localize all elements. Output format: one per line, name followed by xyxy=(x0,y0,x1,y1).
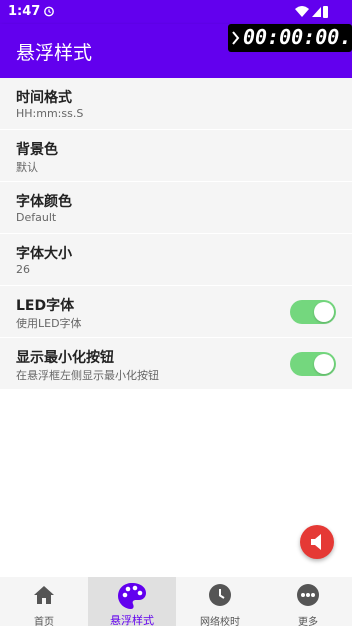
more-icon xyxy=(297,584,319,606)
setting-title: 字体大小 xyxy=(16,246,72,262)
setting-background-color[interactable]: 背景色 默认 xyxy=(0,130,352,182)
setting-title: 字体颜色 xyxy=(16,194,72,210)
status-icons xyxy=(295,6,328,18)
battery-icon xyxy=(323,6,328,18)
setting-font-size[interactable]: 字体大小 26 xyxy=(0,234,352,286)
minimize-button-toggle[interactable] xyxy=(290,352,336,376)
setting-title: 显示最小化按钮 xyxy=(16,350,114,366)
setting-subtitle: HH:mm:ss.S xyxy=(16,107,84,120)
palette-icon xyxy=(118,583,146,609)
toggle-thumb xyxy=(314,354,334,374)
setting-subtitle: 26 xyxy=(16,263,30,276)
setting-subtitle: 使用LED字体 xyxy=(16,317,82,330)
setting-subtitle: Default xyxy=(16,211,57,224)
led-font-toggle[interactable] xyxy=(290,300,336,324)
wifi-icon xyxy=(295,6,309,17)
status-time: 1:47 xyxy=(8,4,41,19)
nav-item-network-time[interactable]: 网络校时 xyxy=(176,577,264,628)
toggle-thumb xyxy=(314,302,334,322)
alarm-icon xyxy=(44,6,54,17)
setting-subtitle: 默认 xyxy=(16,161,38,174)
setting-font-color[interactable]: 字体颜色 Default xyxy=(0,182,352,234)
chevron-right-icon[interactable] xyxy=(232,31,240,45)
setting-title: 背景色 xyxy=(16,142,58,158)
nav-item-more[interactable]: 更多 xyxy=(264,577,352,628)
nav-item-float-style[interactable]: 悬浮样式 xyxy=(88,577,176,627)
clock-icon xyxy=(209,584,231,606)
setting-led-font[interactable]: LED字体 使用LED字体 xyxy=(0,286,352,338)
setting-title: LED字体 xyxy=(16,298,75,314)
nav-item-home[interactable]: 首页 xyxy=(0,577,88,628)
status-bar: 1:47 xyxy=(0,0,352,24)
home-icon xyxy=(34,586,54,604)
setting-subtitle: 在悬浮框左侧显示最小化按钮 xyxy=(16,369,159,382)
settings-list: 时间格式 HH:mm:ss.S 背景色 默认 字体颜色 Default 字体大小… xyxy=(0,78,352,390)
bottom-navigation: 首页 悬浮样式 网络校时 更多 xyxy=(0,577,352,628)
page-title: 悬浮样式 xyxy=(16,42,93,64)
speaker-icon xyxy=(311,534,321,550)
setting-show-minimize-button[interactable]: 显示最小化按钮 在悬浮框左侧显示最小化按钮 xyxy=(0,338,352,390)
setting-title: 时间格式 xyxy=(16,90,72,106)
setting-time-format[interactable]: 时间格式 HH:mm:ss.S xyxy=(0,78,352,130)
floating-clock-time: 00:00:00.0 xyxy=(243,25,352,49)
floating-clock[interactable]: 00:00:00.0 xyxy=(228,24,352,52)
sound-fab-button[interactable] xyxy=(300,525,334,559)
signal-icon xyxy=(312,7,321,17)
